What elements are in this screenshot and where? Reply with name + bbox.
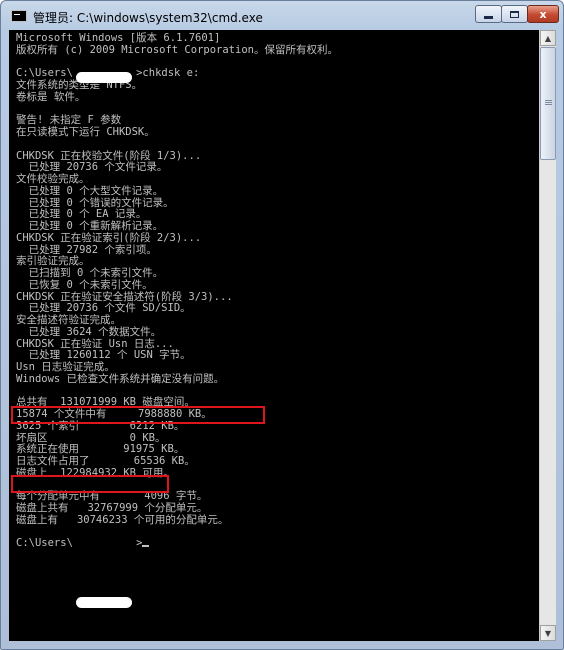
scroll-up-button[interactable]: ▲ [540,30,556,46]
window-title: 管理员: C:\windows\system32\cmd.exe [33,11,263,25]
username-redaction [76,597,132,608]
bad-sector-highlight-box [11,475,169,493]
console-line: 已处理 0 个大型文件记录。 [16,184,164,197]
console-line: 已处理 0 个 EA 记录。 [16,208,147,221]
close-icon: x [539,7,547,21]
arrow-down-icon: ▼ [544,628,552,638]
minimize-icon [484,15,493,19]
result-highlight-box [11,406,265,424]
console-line: 已处理 1260112 个 USN 字节。 [16,349,191,362]
console-line: 卷标是 软件。 [16,90,86,103]
console-line: Windows 已检查文件系统并确定没有问题。 [16,372,225,385]
console-line: CHKDSK 正在校验文件(阶段 1/3)... [16,149,202,162]
maximize-button[interactable] [501,5,528,23]
console-line: 磁盘上共有 32767999 个分配单元。 [16,502,208,514]
console-line: 已处理 0 个错误的文件记录。 [16,196,174,209]
cmd-window: 管理员: C:\windows\system32\cmd.exe x Micro… [0,0,564,650]
close-button[interactable]: x [527,5,559,23]
console-line: 版权所有 (c) 2009 Microsoft Corporation。保留所有… [16,43,338,56]
grip-icon [545,100,552,101]
text-cursor [142,545,150,548]
console-line: 已处理 3624 个数据文件。 [16,325,162,338]
console-line: 已处理 20736 个文件 SD/SID。 [16,302,191,315]
console-line: 已扫描到 0 个未索引文件。 [16,267,164,279]
username-redaction [76,72,132,83]
vertical-scrollbar[interactable]: ▲ ▼ [539,30,556,641]
console-line: CHKDSK 正在验证索引(阶段 2/3)... [16,231,202,244]
console-line: 索引验证完成。 [16,255,90,268]
console-line: CHKDSK 正在验证安全描述符(阶段 3/3)... [16,290,233,303]
scroll-thumb[interactable] [540,47,556,160]
console-line: 磁盘上有 30746233 个可用的分配单元。 [16,513,229,526]
console-line: 日志文件占用了 65536 KB。 [16,455,195,467]
console-line: 系统正在使用 91975 KB。 [16,443,185,456]
console-line: 坏扇区 0 KB。 [16,431,166,444]
arrow-up-icon: ▲ [544,33,552,43]
console-line: 已处理 27982 个索引项。 [16,243,157,256]
console-line: 已恢复 0 个未索引文件。 [16,278,153,291]
console-line: C:\Users\ > [16,538,150,549]
console-line: 安全描述符验证完成。 [16,314,121,326]
minimize-button[interactable] [475,5,502,23]
cmd-app-icon[interactable] [11,10,27,22]
console-line: 在只读模式下运行 CHKDSK。 [16,126,155,138]
console-line: CHKDSK 正在验证 Usn 日志... [16,337,174,350]
maximize-icon [510,10,519,18]
console-line: 警告! 未指定 F 参数 [16,114,122,127]
console-line: 已处理 0 个重新解析记录。 [16,220,164,232]
console-line: 已处理 20736 个文件记录。 [16,161,168,174]
scroll-down-button[interactable]: ▼ [540,625,556,641]
console-line: Usn 日志验证完成。 [16,361,115,373]
console-line: Microsoft Windows [版本 6.1.7601] [16,32,221,44]
console-line: 文件校验完成。 [16,173,90,185]
title-bar[interactable]: 管理员: C:\windows\system32\cmd.exe x [1,1,563,31]
console-output[interactable]: Microsoft Windows [版本 6.1.7601] 版权所有 (c) … [9,30,539,641]
